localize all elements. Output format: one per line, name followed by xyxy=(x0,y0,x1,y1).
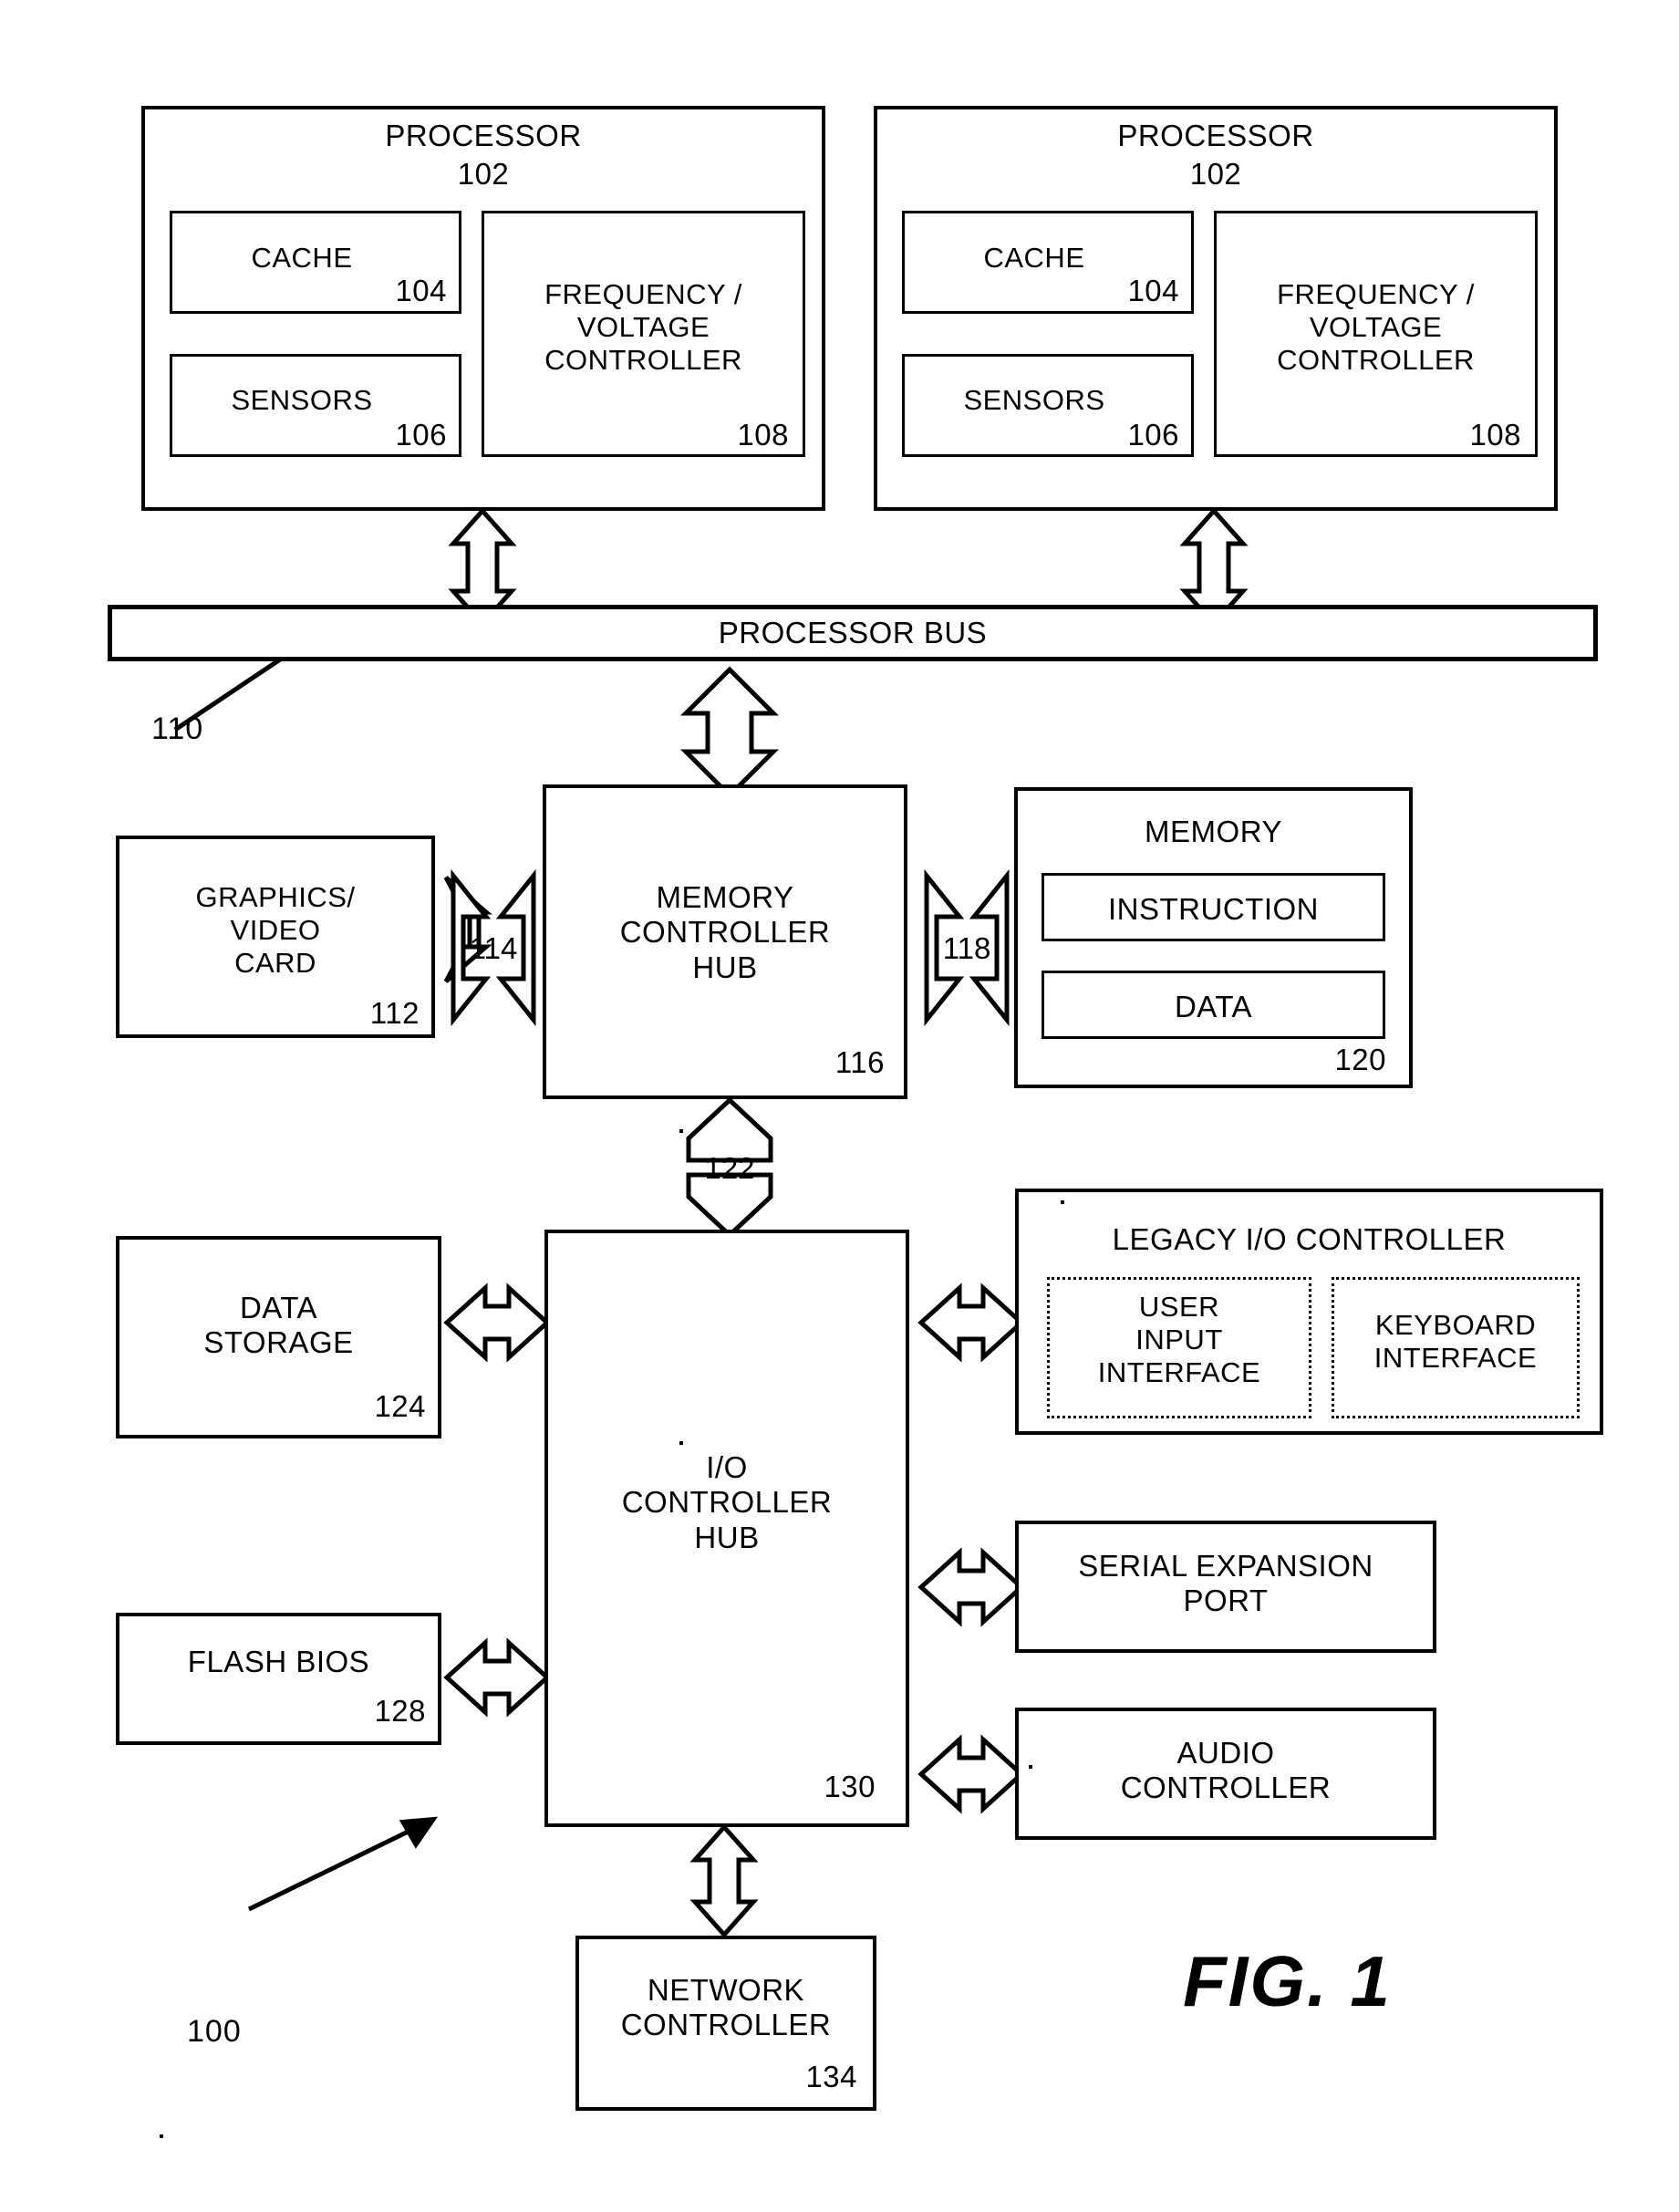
processor-2-cache-title: CACHE xyxy=(983,242,1085,274)
interconnect-label-114: 114 xyxy=(469,931,518,965)
io-controller-hub-title: I/O CONTROLLER HUB xyxy=(621,1450,833,1554)
network-controller-ref: 134 xyxy=(805,2060,857,2093)
scan-speck xyxy=(1029,1765,1032,1769)
io-controller-hub-ref: 130 xyxy=(824,1770,876,1803)
serial-expansion-port-title: SERIAL EXPANSION PORT xyxy=(1078,1549,1373,1618)
scan-speck xyxy=(679,1441,683,1445)
audio-controller-title: AUDIO CONTROLLER xyxy=(1120,1736,1332,1805)
patent-figure-1: PROCESSOR 102 CACHE 104 SENSORS 106 FREQ… xyxy=(0,0,1679,2212)
scan-speck xyxy=(1061,1200,1064,1204)
data-storage-title: DATA STORAGE xyxy=(203,1291,354,1360)
memory-ref: 120 xyxy=(1334,1043,1386,1076)
processor-1-sensors-title: SENSORS xyxy=(231,384,373,416)
graphics-video-card-ref: 112 xyxy=(369,996,420,1030)
arrow-ich-to-network xyxy=(689,1823,759,1938)
processor-1-ref: 102 xyxy=(457,157,510,191)
data-storage-ref: 124 xyxy=(374,1389,426,1423)
interconnect-label-118: 118 xyxy=(942,931,991,965)
processor-2-sensors-ref: 106 xyxy=(1127,418,1179,452)
arrow-ich-to-serialport xyxy=(917,1547,1025,1627)
network-controller-title: NETWORK CONTROLLER xyxy=(620,1973,832,2042)
memory-data-label: DATA xyxy=(1174,990,1253,1023)
graphics-video-card-title: GRAPHICS/ VIDEO CARD xyxy=(195,881,356,979)
processor-2-ref: 102 xyxy=(1189,157,1242,191)
processor-2-fvc-title: FREQUENCY / VOLTAGE CONTROLLER xyxy=(1277,278,1475,376)
keyboard-interface-label: KEYBOARD INTERFACE xyxy=(1373,1309,1538,1374)
scan-speck xyxy=(679,1129,683,1133)
flash-bios-title: FLASH BIOS xyxy=(187,1645,370,1678)
processor-2-sensors-title: SENSORS xyxy=(963,384,1105,416)
processor-1-cache-title: CACHE xyxy=(251,242,353,274)
memory-instruction-label: INSTRUCTION xyxy=(1108,892,1319,926)
figure-caption: FIG. 1 xyxy=(1183,1941,1392,2021)
arrow-flashbios-to-ich xyxy=(443,1637,551,1718)
processor-1-title: PROCESSOR xyxy=(385,119,582,152)
processor-1-fvc-title: FREQUENCY / VOLTAGE CONTROLLER xyxy=(544,278,742,376)
memory-controller-hub-ref: 116 xyxy=(834,1045,885,1079)
processor-1-cache-ref: 104 xyxy=(395,274,447,307)
processor-2-fvc-ref: 108 xyxy=(1469,418,1521,452)
leader-line-100 xyxy=(247,1819,430,1912)
processor-bus-ref: 110 xyxy=(151,711,204,746)
processor-2-cache-ref: 104 xyxy=(1127,274,1179,307)
processor-1-fvc-ref: 108 xyxy=(737,418,789,452)
interconnect-label-122: 122 xyxy=(704,1151,755,1185)
flash-bios-ref: 128 xyxy=(374,1694,426,1728)
legacy-io-controller-title: LEGACY I/O CONTROLLER xyxy=(1112,1222,1507,1256)
scan-speck xyxy=(160,2134,163,2138)
arrow-datastorage-to-ich xyxy=(443,1283,551,1363)
user-input-interface-label: USER INPUT INTERFACE xyxy=(1097,1291,1261,1388)
arrow-ich-to-legacyio xyxy=(917,1283,1025,1363)
processor-2-title: PROCESSOR xyxy=(1117,119,1314,152)
processor-bus-label: PROCESSOR BUS xyxy=(718,616,988,649)
arrow-bus-to-mch xyxy=(679,666,780,799)
leader-arrowhead-100 xyxy=(399,1816,439,1849)
system-ref-100: 100 xyxy=(187,2014,242,2049)
memory-title: MEMORY xyxy=(1145,815,1282,848)
processor-1-sensors-ref: 106 xyxy=(395,418,447,452)
arrow-ich-to-audio xyxy=(917,1734,1025,1814)
memory-controller-hub-title: MEMORY CONTROLLER HUB xyxy=(619,880,831,984)
